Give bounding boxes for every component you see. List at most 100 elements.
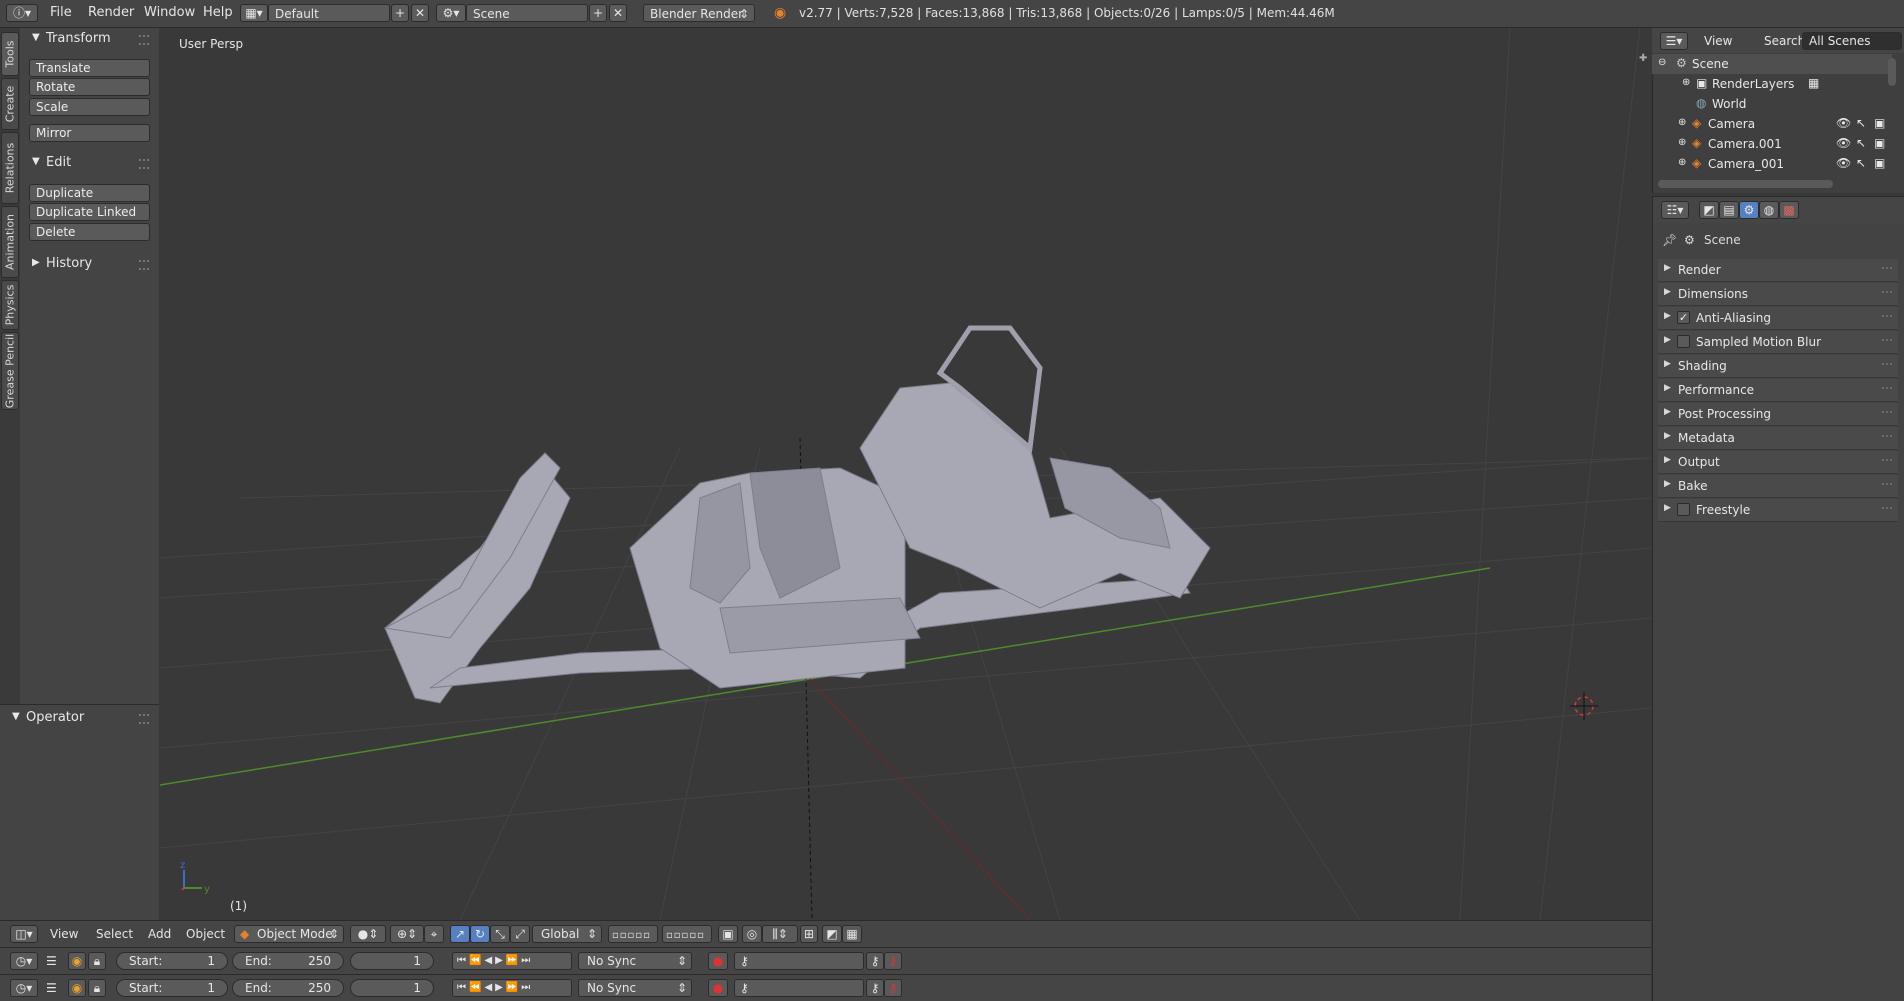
freestyle-checkbox[interactable] xyxy=(1677,503,1690,516)
scene-tab-icon[interactable]: ⚙ xyxy=(1739,201,1759,219)
outliner-menu-view[interactable]: View xyxy=(1704,34,1732,48)
duplicate-linked-button[interactable]: Duplicate Linked xyxy=(29,203,150,221)
outliner-editor-button[interactable]: ☰▾ xyxy=(1660,32,1688,50)
mirror-button[interactable]: Mirror xyxy=(29,124,150,142)
expand-icon[interactable]: ⊕ xyxy=(1682,77,1690,88)
duplicate-button[interactable]: Duplicate xyxy=(29,184,150,202)
playback-controls[interactable]: ⏮⏪◀▶⏩⏭ xyxy=(452,979,572,997)
tab-physics[interactable]: Physics xyxy=(1,280,19,330)
keying-icon[interactable]: ◉ xyxy=(68,952,86,970)
timeline-editor-button[interactable]: ◷▾ xyxy=(10,979,38,997)
proportional-edit-icon[interactable]: ◎ xyxy=(742,925,762,943)
drag-grip-icon[interactable] xyxy=(1882,387,1892,394)
insert-keyframe-icon[interactable]: ⚷ xyxy=(866,979,884,997)
delete-keyframe-icon[interactable]: ⚷ xyxy=(884,979,902,997)
panel-anti-aliasing[interactable]: ▶ ✓ Anti-Aliasing xyxy=(1658,307,1898,330)
cursor-icon[interactable]: ↖ xyxy=(1856,136,1866,150)
start-frame-field[interactable]: Start: 1 xyxy=(116,979,228,997)
drag-grip-icon[interactable] xyxy=(1882,363,1892,370)
eye-icon[interactable]: 👁︎ xyxy=(1836,136,1851,150)
drag-grip-icon[interactable] xyxy=(1882,315,1892,322)
expand-icon[interactable]: ⊕ xyxy=(1678,117,1686,128)
operator-panel-header[interactable]: ▼ Operator xyxy=(0,708,159,728)
delete-keyframe-icon[interactable]: ⚷ xyxy=(884,952,902,970)
screen-layout-icon[interactable]: ▦▾ xyxy=(240,4,268,22)
keying-icon[interactable]: ◉ xyxy=(68,979,86,997)
lock-icon[interactable]: 🔒︎ xyxy=(88,952,106,970)
end-frame-field[interactable]: End: 250 xyxy=(232,952,344,970)
history-panel-header[interactable]: ▶ History xyxy=(20,254,159,274)
drag-grip-icon[interactable] xyxy=(1882,507,1892,514)
keying-set-field[interactable]: ⚷ xyxy=(734,979,864,997)
delete-scene-icon[interactable]: ✕ xyxy=(609,4,627,22)
delete-screen-icon[interactable]: ✕ xyxy=(411,4,429,22)
translate-button[interactable]: Translate xyxy=(29,59,150,77)
orientation-select[interactable]: Global ⇕ xyxy=(532,925,602,943)
render-animation-icon[interactable]: ▦ xyxy=(842,925,862,943)
viewport-shading-select[interactable]: ●⇕ xyxy=(350,925,386,943)
add-screen-icon[interactable]: + xyxy=(391,4,409,22)
panel-freestyle[interactable]: ▶ Freestyle xyxy=(1658,499,1898,522)
drag-grip-icon[interactable] xyxy=(1882,291,1892,298)
outliner-hscrollbar[interactable] xyxy=(1658,180,1833,188)
layer-buttons-1[interactable]: ▫▫▫▫▫ xyxy=(608,925,658,943)
world-tab-icon[interactable]: ◍ xyxy=(1759,201,1779,219)
menu-icon[interactable]: ☰ xyxy=(46,981,57,995)
outliner-vscrollbar[interactable] xyxy=(1888,58,1896,86)
display-mode-select[interactable]: All Scenes xyxy=(1802,32,1902,50)
menu-object[interactable]: Object xyxy=(186,927,225,941)
expand-icon[interactable]: ⊕ xyxy=(1678,137,1686,148)
render-icon[interactable]: ▣ xyxy=(1874,156,1885,170)
panel-dimensions[interactable]: ▶ Dimensions xyxy=(1658,283,1898,306)
editor-type-3d-button[interactable]: ◫▾ xyxy=(10,925,38,943)
render-tab-icon[interactable]: ◩ xyxy=(1699,201,1719,219)
scene-field[interactable]: Scene xyxy=(466,4,588,22)
panel-render[interactable]: ▶ Render xyxy=(1658,259,1898,282)
playback-controls[interactable]: ⏮⏪◀▶⏩⏭ xyxy=(452,952,572,970)
render-engine-select[interactable]: Blender Render ⇕ xyxy=(643,4,755,22)
tab-animation[interactable]: Animation xyxy=(1,206,19,278)
lock-icon[interactable]: 🔒︎ xyxy=(88,979,106,997)
start-frame-field[interactable]: Start: 1 xyxy=(116,952,228,970)
outliner-row-camera-001[interactable]: ⊕ ◈ Camera.001 👁︎ ↖ ▣ xyxy=(1652,134,1892,154)
drag-grip-icon[interactable] xyxy=(1882,459,1892,466)
render-icon[interactable]: ▣ xyxy=(1874,136,1885,150)
add-scene-icon[interactable]: + xyxy=(589,4,607,22)
outliner-row-world[interactable]: ◍ World xyxy=(1652,94,1892,114)
panel-output[interactable]: ▶ Output xyxy=(1658,451,1898,474)
layer-buttons-2[interactable]: ▫▫▫▫▫ xyxy=(662,925,712,943)
3d-viewport[interactable]: z y ✚ xyxy=(160,28,1651,920)
menu-help[interactable]: Help xyxy=(203,5,233,20)
menu-view[interactable]: View xyxy=(50,927,78,941)
drag-grip-icon[interactable] xyxy=(1882,339,1892,346)
menu-render[interactable]: Render xyxy=(88,5,134,20)
pivot-point-select[interactable]: ⊕⇕ xyxy=(390,925,424,943)
editor-type-button[interactable]: ⓘ▾ xyxy=(6,4,38,22)
delete-button[interactable]: Delete xyxy=(29,223,150,241)
current-frame-field[interactable]: 1 xyxy=(350,979,434,997)
tab-relations[interactable]: Relations xyxy=(1,132,19,204)
drag-grip-icon[interactable] xyxy=(139,35,149,45)
drag-grip-icon[interactable] xyxy=(139,260,149,270)
tab-grease-pencil[interactable]: Grease Pencil xyxy=(1,332,19,410)
expand-icon[interactable]: ⊕ xyxy=(1678,157,1686,168)
outliner-menu-search[interactable]: Search xyxy=(1764,34,1805,48)
current-frame-field[interactable]: 1 xyxy=(350,952,434,970)
scale-button[interactable]: Scale xyxy=(29,98,150,116)
panel-performance[interactable]: ▶ Performance xyxy=(1658,379,1898,402)
timeline-editor-button[interactable]: ◷▾ xyxy=(10,952,38,970)
anti-aliasing-checkbox[interactable]: ✓ xyxy=(1677,311,1690,324)
mode-select[interactable]: ◆ Object Mode ⇕ xyxy=(234,925,344,943)
render-layers-tab-icon[interactable]: ▤ xyxy=(1719,201,1739,219)
drag-grip-icon[interactable] xyxy=(1882,435,1892,442)
record-icon[interactable]: ● xyxy=(708,979,728,997)
menu-add[interactable]: Add xyxy=(148,927,171,941)
edit-panel-header[interactable]: ▼ Edit xyxy=(20,153,159,173)
panel-post-processing[interactable]: ▶ Post Processing xyxy=(1658,403,1898,426)
motion-blur-checkbox[interactable] xyxy=(1677,335,1690,348)
cursor-icon[interactable]: ↖ xyxy=(1856,156,1866,170)
eye-icon[interactable]: 👁︎ xyxy=(1836,156,1851,170)
eye-icon[interactable]: 👁︎ xyxy=(1836,116,1851,130)
outliner-row-scene[interactable]: ⊖ ⚙ Scene xyxy=(1652,54,1892,74)
sync-select[interactable]: No Sync ⇕ xyxy=(578,952,692,970)
